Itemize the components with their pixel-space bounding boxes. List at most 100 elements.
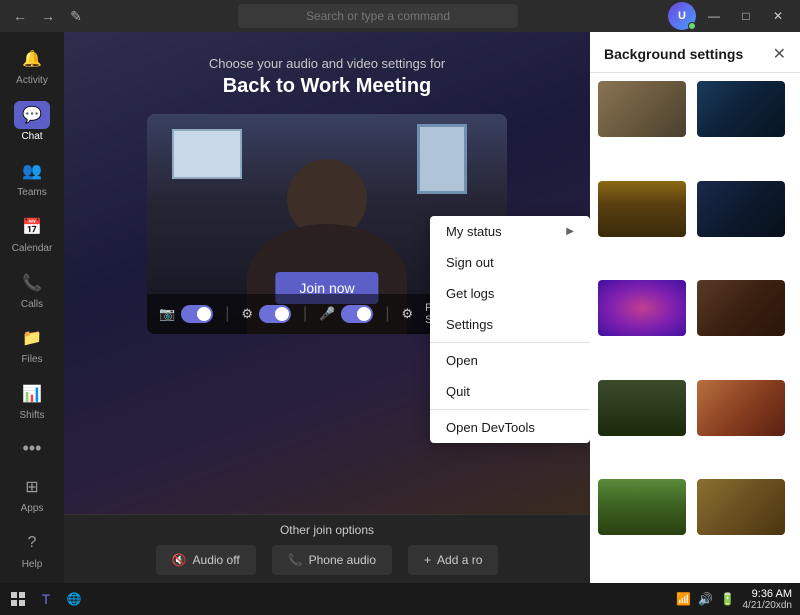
menu-divider-1 [430,342,590,343]
search-input[interactable] [238,4,518,28]
signout-label: Sign out [446,255,494,270]
bg-thumb-2[interactable] [697,81,785,137]
join-options-row: 🔇 Audio off 📞 Phone audio + Add a ro [64,545,590,575]
bg-thumb-9[interactable] [598,479,686,535]
taskbar: T 🌐 📶 🔊 🔋 9:36 AM 4/21/20xdn [0,583,800,615]
close-button[interactable]: ✕ [764,4,792,28]
teams-taskbar-icon[interactable]: T [36,589,56,609]
sidebar-item-activity[interactable]: 🔔 Activity [4,40,60,92]
activity-icon: 🔔 [22,49,42,69]
menu-item-quit[interactable]: Quit [430,376,590,407]
restore-button[interactable]: □ [732,4,760,28]
video-toggle[interactable] [181,305,213,323]
sidebar-item-files[interactable]: 📁 Files [4,319,60,371]
getlogs-label: Get logs [446,286,494,301]
sidebar-item-teams[interactable]: 👥 Teams [4,152,60,204]
sidebar-item-calendar[interactable]: 📅 Calendar [4,207,60,259]
shifts-icon-wrap: 📊 [14,380,50,408]
sidebar-item-apps[interactable]: ⊞ Apps [4,467,60,519]
title-bar: ← → ✎ U — □ ✕ [0,0,800,32]
bg-thumb-1[interactable] [598,81,686,137]
sidebar-label-apps: Apps [21,503,44,514]
network-icon[interactable]: 📶 [675,590,693,608]
menu-divider-2 [430,409,590,410]
mystatus-arrow: ▶ [566,226,574,237]
clock-time: 9:36 AM [743,588,793,600]
sidebar-label-calls: Calls [21,299,43,310]
clock-date: 4/21/20xdn [743,600,793,611]
back-button[interactable]: ← [8,4,32,28]
menu-item-mystatus[interactable]: My status ▶ [430,216,590,247]
mic-toggle[interactable] [341,305,373,323]
bg-thumb-6[interactable] [697,280,785,336]
bg-thumb-8[interactable] [697,380,785,436]
menu-item-open[interactable]: Open [430,345,590,376]
bg-thumb-7[interactable] [598,380,686,436]
devtools-label: Open DevTools [446,420,535,435]
chat-icon-wrap: 💬 [14,101,50,129]
content-area: Choose your audio and video settings for… [64,32,590,583]
bg-thumb-4[interactable] [697,181,785,237]
sidebar-item-chat[interactable]: 💬 Chat [4,96,60,148]
app-window: ← → ✎ U — □ ✕ 🔔 Activity [0,0,800,615]
search-area [88,4,668,28]
blur-toggle[interactable] [259,305,291,323]
sidebar-item-help[interactable]: ? Help [4,523,60,575]
activity-icon-wrap: 🔔 [14,45,50,73]
sidebar-label-activity: Activity [16,75,48,86]
start-icon[interactable] [8,589,28,609]
bg-thumb-10[interactable] [697,479,785,535]
video-toggle-group: 📷 [159,305,213,323]
main-layout: 🔔 Activity 💬 Chat 👥 Teams 📅 C [0,32,800,583]
blur-toggle-group: ⚙ [241,305,291,323]
help-icon-wrap: ? [14,529,50,557]
audio-off-button[interactable]: 🔇 Audio off [156,545,256,575]
phone-audio-button[interactable]: 📞 Phone audio [272,545,392,575]
menu-item-signout[interactable]: Sign out [430,247,590,278]
bg-thumbnail-grid [590,73,800,583]
browser-taskbar-icon[interactable]: 🌐 [64,589,84,609]
more-button[interactable]: ••• [23,438,42,459]
volume-icon[interactable]: 🔊 [697,590,715,608]
avatar-initials: U [678,10,686,22]
open-label: Open [446,353,478,368]
sidebar-label-chat: Chat [21,131,42,142]
bg-panel-title: Background settings [604,46,743,62]
speaker-icon: ⚙ [402,306,414,322]
mystatus-label: My status [446,224,502,239]
sidebar: 🔔 Activity 💬 Chat 👥 Teams 📅 C [0,32,64,583]
avatar[interactable]: U [668,2,696,30]
calendar-icon-wrap: 📅 [14,213,50,241]
sidebar-label-help: Help [22,559,43,570]
teams-icon-wrap: 👥 [14,157,50,185]
help-icon: ? [28,534,37,552]
audio-off-label: Audio off [193,553,240,567]
sidebar-label-files: Files [21,354,42,365]
taskbar-left: T 🌐 [8,589,84,609]
files-icon: 📁 [22,328,42,348]
battery-icon[interactable]: 🔋 [719,590,737,608]
sidebar-item-shifts[interactable]: 📊 Shifts [4,375,60,427]
menu-item-getlogs[interactable]: Get logs [430,278,590,309]
menu-item-settings[interactable]: Settings [430,309,590,340]
sidebar-label-teams: Teams [17,187,46,198]
other-join-section: Other join options 🔇 Audio off 📞 Phone a… [64,514,590,583]
edit-button[interactable]: ✎ [64,4,88,28]
window-controls: U — □ ✕ [668,2,792,30]
bg-thumb-5[interactable] [598,280,686,336]
bg-thumb-3[interactable] [598,181,686,237]
system-tray: 📶 🔊 🔋 [675,590,737,608]
video-toggle-knob [197,307,211,321]
forward-button[interactable]: → [36,4,60,28]
menu-item-devtools[interactable]: Open DevTools [430,412,590,443]
quit-label: Quit [446,384,470,399]
minimize-button[interactable]: — [700,4,728,28]
add-room-button[interactable]: + Add a ro [408,545,498,575]
apps-icon-wrap: ⊞ [14,473,50,501]
calls-icon-wrap: 📞 [14,269,50,297]
sidebar-label-calendar: Calendar [12,243,53,254]
sidebar-item-calls[interactable]: 📞 Calls [4,263,60,315]
bg-close-button[interactable]: ✕ [773,44,786,64]
clock[interactable]: 9:36 AM 4/21/20xdn [743,588,793,611]
other-join-label: Other join options [64,523,590,537]
